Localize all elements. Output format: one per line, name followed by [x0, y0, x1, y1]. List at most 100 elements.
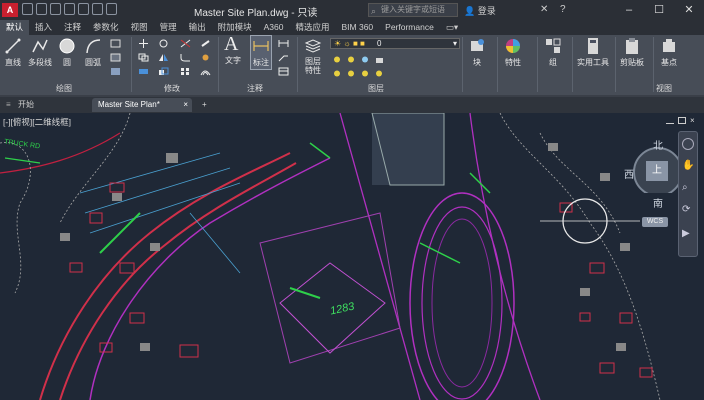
- tab-performance[interactable]: Performance: [379, 20, 440, 35]
- scale-icon[interactable]: [158, 67, 169, 76]
- layer-unlock-icon[interactable]: [374, 69, 385, 78]
- hatch-icon[interactable]: [110, 53, 121, 62]
- base-point-button[interactable]: 基点: [660, 37, 678, 68]
- ribbon-toggle-button[interactable]: ▭▾: [440, 20, 464, 35]
- table-icon[interactable]: [278, 67, 289, 76]
- block-button[interactable]: 块: [468, 37, 486, 68]
- tab-featured-apps[interactable]: 精选应用: [289, 20, 335, 35]
- save-as-icon[interactable]: [64, 3, 75, 15]
- layer-isolate-icon[interactable]: [346, 55, 357, 64]
- properties-button[interactable]: 特性: [504, 37, 522, 68]
- ucs-badge[interactable]: WCS: [642, 217, 668, 227]
- viewcube-top-face[interactable]: 上: [646, 161, 668, 181]
- tab-a360[interactable]: A360: [258, 20, 290, 35]
- layer-dropdown[interactable]: ☀ ☼ ■ ■ 0 ▾: [330, 38, 460, 49]
- tab-manage[interactable]: 管理: [154, 20, 183, 35]
- draw-panel-label[interactable]: 绘图: [56, 83, 72, 94]
- steering-wheel-icon[interactable]: [682, 138, 694, 150]
- clipboard-button[interactable]: 剪贴板: [620, 37, 644, 68]
- tab-master-site-plan[interactable]: Master Site Plan* ×: [92, 98, 192, 112]
- viewport-restore-icon[interactable]: [678, 117, 686, 124]
- annotation-panel-label[interactable]: 注释: [247, 83, 263, 94]
- copy-icon[interactable]: [138, 53, 149, 62]
- autocad-logo[interactable]: A: [2, 3, 18, 17]
- tab-home[interactable]: 默认: [0, 20, 30, 35]
- layer-freeze-icon[interactable]: [360, 55, 371, 64]
- viewport-controls-label[interactable]: [-][俯视][二维线框]: [3, 116, 71, 128]
- layers-panel-label[interactable]: 图层: [368, 83, 384, 94]
- undo-icon[interactable]: [92, 3, 103, 15]
- dimension-button[interactable]: 标注: [250, 35, 272, 70]
- viewcube-west[interactable]: 西: [624, 166, 634, 181]
- showmotion-icon[interactable]: ▶: [682, 228, 690, 239]
- sign-in-button[interactable]: 👤 登录: [464, 4, 496, 17]
- layer-off-icon[interactable]: [332, 55, 343, 64]
- window-controls: – ☐ ✕: [614, 0, 704, 20]
- layer-walk-icon[interactable]: [360, 69, 371, 78]
- tab-annotate[interactable]: 注释: [58, 20, 87, 35]
- circle-button[interactable]: 圆: [58, 37, 76, 68]
- tab-view[interactable]: 视图: [125, 20, 154, 35]
- leader-icon[interactable]: [278, 53, 289, 62]
- viewport-minimize-icon[interactable]: [666, 117, 674, 124]
- line-button[interactable]: 直线: [4, 37, 22, 68]
- save-icon[interactable]: [50, 3, 61, 15]
- maximize-button[interactable]: ☐: [644, 0, 674, 20]
- offset-icon[interactable]: [200, 67, 211, 76]
- mirror-icon[interactable]: [158, 53, 169, 62]
- explode-icon[interactable]: [200, 53, 211, 62]
- layer-match-icon[interactable]: [332, 69, 343, 78]
- polyline-button[interactable]: 多段线: [28, 37, 52, 68]
- move-icon[interactable]: [138, 39, 149, 48]
- zoom-icon[interactable]: ⌕: [682, 182, 688, 193]
- file-tabs-menu-icon[interactable]: ≡: [0, 98, 12, 112]
- view-panel-label[interactable]: 视图: [656, 83, 672, 94]
- close-button[interactable]: ✕: [674, 0, 704, 20]
- viewcube-north[interactable]: 北: [653, 137, 663, 152]
- tab-start[interactable]: 开始: [12, 98, 92, 112]
- orbit-icon[interactable]: ⟳: [682, 204, 690, 215]
- arc-button[interactable]: 圆弧: [84, 37, 102, 68]
- tab-bim360[interactable]: BIM 360: [336, 20, 380, 35]
- drawing-canvas[interactable]: 1283 TRUCK RD [-][俯视][二维线框] × 北 南 西 东 上 …: [0, 113, 704, 400]
- plot-icon[interactable]: [78, 3, 89, 15]
- viewport-close-icon[interactable]: ×: [690, 117, 698, 125]
- text-a-icon: A: [224, 33, 239, 55]
- layer-stack-icon: [304, 39, 322, 53]
- pan-icon[interactable]: ✋: [682, 160, 694, 171]
- rotate-icon[interactable]: [158, 39, 169, 48]
- panel-divider: [572, 37, 573, 92]
- open-file-icon[interactable]: [36, 3, 47, 15]
- linear-dim-icon[interactable]: [278, 39, 289, 48]
- minimize-button[interactable]: –: [614, 0, 644, 20]
- document-title: Master Site Plan.dwg - 只读: [194, 8, 318, 19]
- modify-panel-label[interactable]: 修改: [164, 83, 180, 94]
- array-icon[interactable]: [180, 67, 191, 76]
- gradient-icon[interactable]: [110, 67, 121, 76]
- fillet-icon[interactable]: [180, 53, 191, 62]
- erase-icon[interactable]: [200, 39, 211, 48]
- block-icon: [471, 39, 484, 51]
- ribbon: 直线 多段线 圆 圆弧 绘图 修改 A 文字 标注 注释 图层特性 ☀ ☼ ■ …: [0, 33, 704, 95]
- new-file-icon[interactable]: [22, 3, 33, 15]
- group-button[interactable]: 组: [544, 37, 562, 68]
- layer-previous-icon[interactable]: [346, 69, 357, 78]
- tab-insert[interactable]: 插入: [29, 20, 58, 35]
- exchange-icon[interactable]: ✕: [540, 4, 548, 15]
- new-tab-button[interactable]: +: [196, 98, 210, 112]
- rectangle-icon[interactable]: [110, 39, 121, 48]
- layer-properties-button[interactable]: 图层特性: [302, 37, 324, 75]
- tab-output[interactable]: 输出: [183, 20, 212, 35]
- tab-parametric[interactable]: 参数化: [87, 20, 125, 35]
- text-button[interactable]: A 文字: [224, 33, 242, 66]
- trim-icon[interactable]: [180, 39, 191, 48]
- help-icon[interactable]: ?: [560, 4, 566, 15]
- viewcube-south[interactable]: 南: [653, 195, 663, 210]
- search-input[interactable]: ⌕ 键入关键字或短语: [368, 3, 458, 17]
- stretch-icon[interactable]: [138, 67, 149, 76]
- utilities-label: 实用工具: [577, 58, 609, 67]
- close-tab-icon[interactable]: ×: [183, 98, 188, 112]
- redo-icon[interactable]: [106, 3, 117, 15]
- utilities-button[interactable]: 实用工具: [577, 37, 609, 68]
- layer-lock-icon[interactable]: [374, 55, 385, 64]
